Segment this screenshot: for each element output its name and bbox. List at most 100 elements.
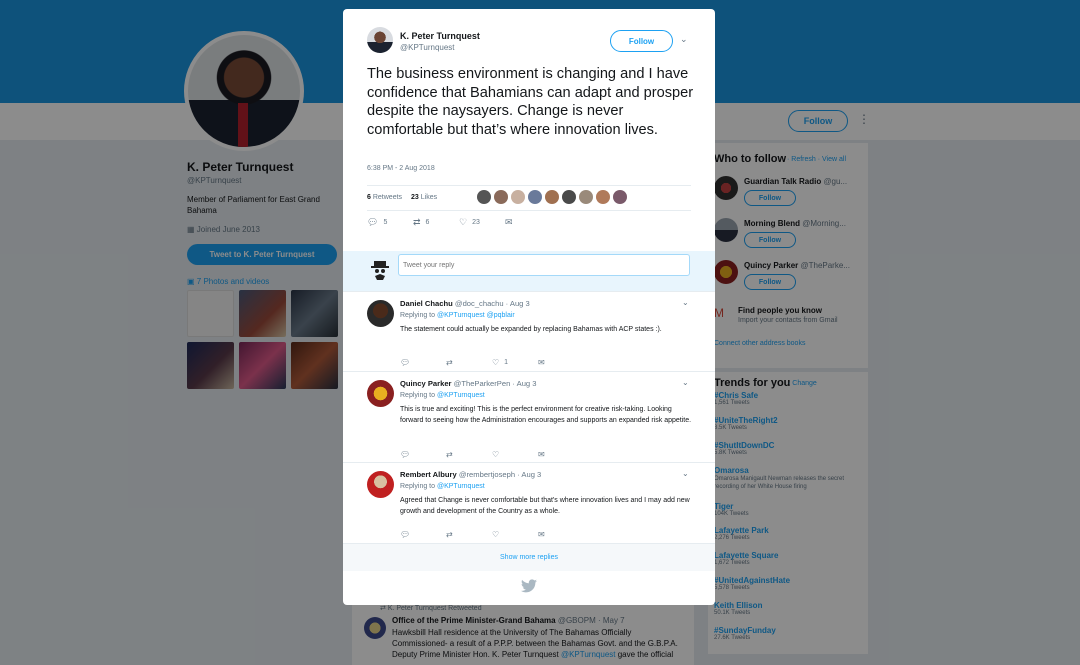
avatar[interactable] (511, 190, 525, 204)
reply-date: · Aug 3 (512, 379, 537, 388)
twitter-bird-icon (521, 579, 537, 593)
envelope-icon: ✉ (538, 530, 545, 539)
reply-author-handle: @doc_chachu (454, 299, 504, 308)
message-button[interactable]: ✉ (538, 358, 545, 367)
likers-avatars (477, 190, 627, 204)
retweet-icon: ⇄ (446, 530, 453, 539)
avatar[interactable] (367, 471, 394, 498)
reply-date: · Aug 3 (517, 470, 542, 479)
tweet-text: The business environment is changing and… (367, 66, 694, 138)
reply-body: The statement could actually be expanded… (400, 326, 662, 333)
reply-tweet[interactable]: Daniel Chachu @doc_chachu · Aug 3 ⌄ Repl… (343, 291, 715, 374)
retweet-icon: ⇄ (446, 358, 453, 367)
reply-button[interactable]: 💬︎ 5 (367, 217, 387, 228)
reply-input[interactable] (398, 254, 690, 276)
like-button[interactable]: ♡ 1 (492, 358, 508, 367)
message-button[interactable]: ✉ (505, 217, 513, 228)
reply-actions: 💬︎ ⇄ ♡ ✉ (400, 450, 560, 462)
reply-author-handle: @TheParkerPen (453, 379, 511, 388)
like-button[interactable]: ♡ 23 (459, 217, 480, 228)
retweets-label: Retweets (372, 194, 403, 201)
avatar[interactable] (367, 27, 393, 53)
reply-icon: 💬︎ (367, 217, 379, 227)
replying-to-label: Replying to (400, 483, 436, 490)
like-button[interactable]: ♡ (492, 450, 499, 459)
chevron-down-icon[interactable]: ⌄ (682, 298, 689, 307)
reply-count: 5 (383, 219, 388, 226)
spy-avatar-icon (371, 261, 389, 280)
like-count: 23 (472, 219, 480, 226)
chevron-down-icon[interactable]: ⌄ (680, 34, 688, 45)
message-button[interactable]: ✉ (538, 450, 545, 459)
mention-link[interactable]: @KPTurnquest (437, 392, 485, 399)
tweet-actions: 💬︎ 5 ⇄ 6 ♡ 23 ✉ (367, 217, 567, 233)
reply-body: Agreed that Change is never comfortable … (400, 497, 690, 515)
avatar[interactable] (613, 190, 627, 204)
likes-label: Likes (420, 194, 438, 201)
like-button[interactable]: ♡ (492, 530, 499, 539)
message-button[interactable]: ✉ (538, 530, 545, 539)
heart-icon: ♡ (492, 358, 500, 367)
follow-button[interactable]: Follow (610, 30, 673, 52)
reply-author[interactable]: Quincy Parker @TheParkerPen · Aug 3 (400, 379, 537, 388)
replying-to: Replying to @KPTurnquest (400, 483, 485, 490)
reply-icon: 💬︎ (400, 450, 411, 459)
retweet-button[interactable]: ⇄ (446, 358, 453, 367)
reply-body: This is true and exciting! This is the p… (400, 406, 692, 424)
mention-link[interactable]: @KPTurnquest @pqblair (437, 312, 515, 319)
reply-author-name: Rembert Albury (400, 470, 457, 479)
avatar[interactable] (562, 190, 576, 204)
reply-date: · Aug 3 (505, 299, 530, 308)
reply-author-handle: @rembertjoseph (458, 470, 516, 479)
reply-tweet[interactable]: Rembert Albury @rembertjoseph · Aug 3 ⌄ … (343, 462, 715, 544)
retweet-count: 6 (425, 219, 430, 226)
like-count: 1 (504, 359, 509, 366)
retweets-count: 6 (367, 194, 371, 201)
reply-actions: 💬︎ ⇄ ♡ ✉ (400, 530, 560, 542)
mention-link[interactable]: @KPTurnquest (437, 483, 485, 490)
avatar[interactable] (528, 190, 542, 204)
heart-icon: ♡ (459, 217, 468, 227)
replying-to-label: Replying to (400, 312, 436, 319)
avatar[interactable] (494, 190, 508, 204)
replying-to: Replying to @KPTurnquest @pqblair (400, 312, 515, 319)
avatar[interactable] (367, 300, 394, 327)
avatar[interactable] (367, 380, 394, 407)
heart-icon: ♡ (492, 450, 500, 459)
replying-to: Replying to @KPTurnquest (400, 392, 485, 399)
tweet-author-name[interactable]: K. Peter Turnquest (400, 31, 480, 41)
reply-button[interactable]: 💬︎ (400, 358, 410, 367)
reply-author[interactable]: Daniel Chachu @doc_chachu · Aug 3 (400, 299, 530, 308)
reply-button[interactable]: 💬︎ (400, 530, 410, 539)
reply-tweet[interactable]: Quincy Parker @TheParkerPen · Aug 3 ⌄ Re… (343, 371, 715, 463)
tweet-timestamp[interactable]: 6:38 PM - 2 Aug 2018 (367, 165, 435, 172)
chevron-down-icon[interactable]: ⌄ (682, 469, 689, 478)
chevron-down-icon[interactable]: ⌄ (682, 378, 689, 387)
replying-to-label: Replying to (400, 392, 436, 399)
retweet-button[interactable]: ⇄ 6 (413, 217, 429, 228)
avatar[interactable] (596, 190, 610, 204)
reply-author[interactable]: Rembert Albury @rembertjoseph · Aug 3 (400, 470, 541, 479)
likes-count: 23 (411, 194, 419, 201)
reply-author-name: Quincy Parker (400, 379, 452, 388)
avatar[interactable] (579, 190, 593, 204)
envelope-icon: ✉ (505, 217, 513, 227)
avatar[interactable] (477, 190, 491, 204)
reply-icon: 💬︎ (400, 530, 411, 539)
retweet-button[interactable]: ⇄ (446, 450, 453, 459)
envelope-icon: ✉ (538, 450, 545, 459)
tweet-stats: 6 Retweets 23 Likes (367, 185, 691, 211)
reply-icon: 💬︎ (400, 358, 411, 367)
reply-actions: 💬︎ ⇄ ♡ 1 ✉ (400, 358, 560, 370)
reply-author-name: Daniel Chachu (400, 299, 453, 308)
avatar[interactable] (545, 190, 559, 204)
retweet-button[interactable]: ⇄ (446, 530, 453, 539)
tweet-modal: K. Peter Turnquest @KPTurnquest Follow ⌄… (343, 9, 715, 605)
retweets-stat[interactable]: 6 Retweets (367, 194, 402, 201)
retweet-icon: ⇄ (446, 450, 453, 459)
likes-stat[interactable]: 23 Likes (411, 194, 437, 201)
reply-button[interactable]: 💬︎ (400, 450, 410, 459)
heart-icon: ♡ (492, 530, 500, 539)
show-more-replies-link[interactable]: Show more replies (343, 543, 715, 571)
tweet-author-handle[interactable]: @KPTurnquest (400, 43, 455, 52)
